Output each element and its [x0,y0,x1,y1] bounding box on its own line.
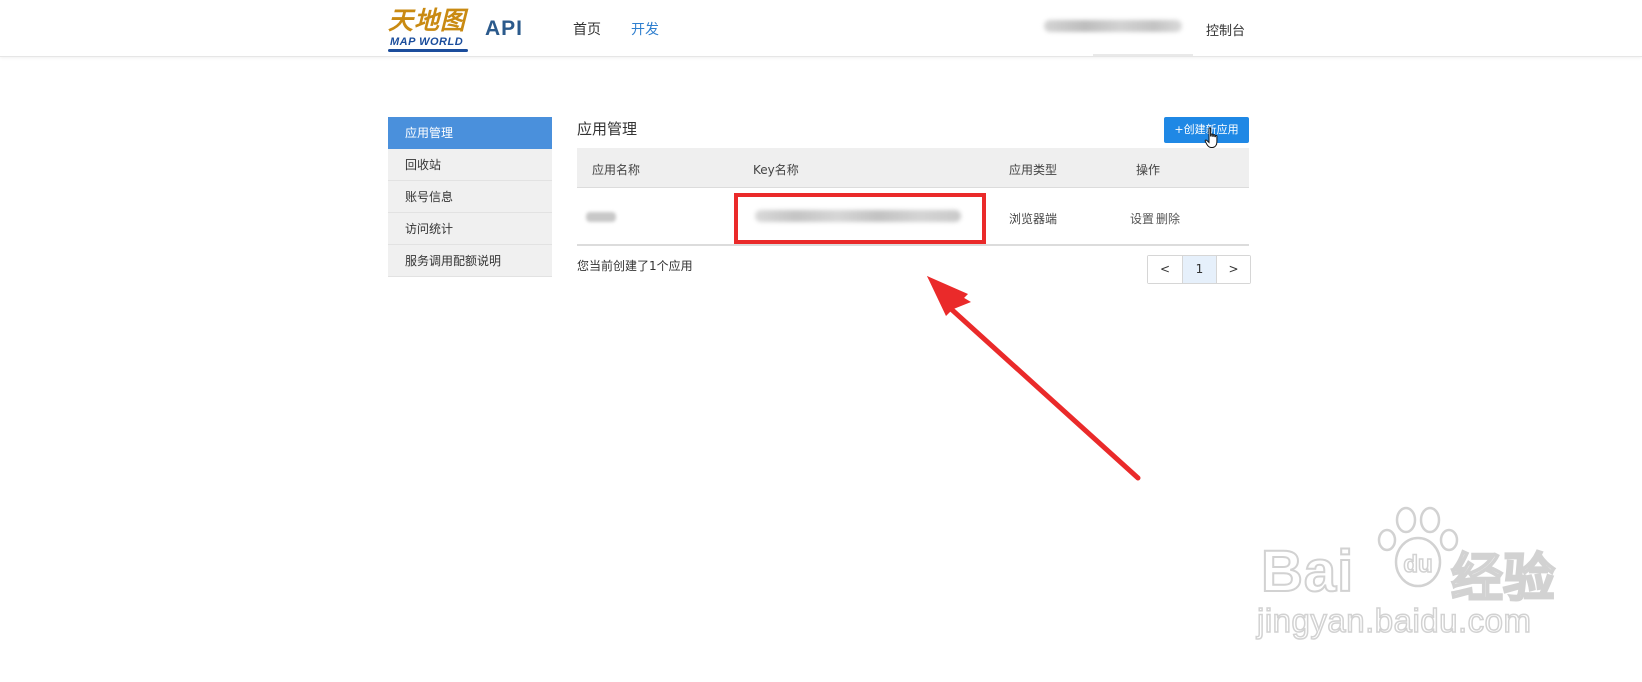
sidebar-item-app-management[interactable]: 应用管理 [388,117,552,149]
nav-develop-link[interactable]: 开发 [631,19,659,39]
top-navbar: 天地图 MAP WORLD API 首页 开发 控制台 [0,0,1642,57]
watermark-brand: Bai [1260,538,1355,605]
settings-link[interactable]: 设置 [1130,210,1154,227]
sidebar-item-account-info[interactable]: 账号信息 [388,181,552,213]
logo-swoosh [388,49,468,52]
sidebar-item-access-stats[interactable]: 访问统计 [388,213,552,245]
svg-text:du: du [1403,551,1432,578]
next-page-button[interactable]: > [1216,256,1250,283]
col-key-name: Key名称 [753,163,799,177]
key-highlight-box [734,193,986,244]
hand-cursor-icon [1204,127,1218,148]
watermark-url: jingyan.baidu.com [1256,601,1532,640]
col-app-type: 应用类型 [1009,163,1058,177]
apps-table: 应用名称 Key名称 应用类型 操作 浏览器端 设置 删除 [577,148,1249,246]
console-link[interactable]: 控制台 [1206,20,1245,39]
sidebar-item-recycle-bin[interactable]: 回收站 [388,149,552,181]
arrow-head-core [927,276,968,316]
sidebar: 应用管理 回收站 账号信息 访问统计 服务调用配额说明 [388,117,552,277]
page-title: 应用管理 [577,120,638,138]
arrow-head [927,276,971,312]
watermark-brand-cn: 经验 [1450,548,1556,610]
app-type-cell: 浏览器端 [1009,212,1058,226]
site-logo[interactable]: 天地图 MAP WORLD [388,6,470,52]
sidebar-item-quota-info[interactable]: 服务调用配额说明 [388,245,552,277]
logo-english-text: MAP WORLD [390,36,464,48]
pagination: < 1 > [1147,255,1251,284]
delete-link[interactable]: 删除 [1156,210,1180,227]
user-account-blurred[interactable] [1044,20,1182,32]
user-underline [1093,54,1193,56]
app-count-summary: 您当前创建了1个应用 [577,259,693,273]
col-actions: 操作 [1136,163,1161,177]
api-title: API [485,17,524,40]
paw-icon: du [1377,506,1459,588]
nav-home-link[interactable]: 首页 [573,19,601,39]
logo-chinese-text: 天地图 [388,6,467,35]
page-1-button[interactable]: 1 [1182,256,1216,283]
arrow-shaft [947,305,1141,481]
app-name-blurred [586,212,616,222]
table-header: 应用名称 Key名称 应用类型 操作 [577,148,1249,188]
col-app-name: 应用名称 [592,163,641,177]
prev-page-button[interactable]: < [1148,256,1182,283]
table-row: 浏览器端 设置 删除 [577,188,1249,246]
baidu-jingyan-watermark: Bai du 经验 jingyan.baidu.com [1255,500,1575,650]
